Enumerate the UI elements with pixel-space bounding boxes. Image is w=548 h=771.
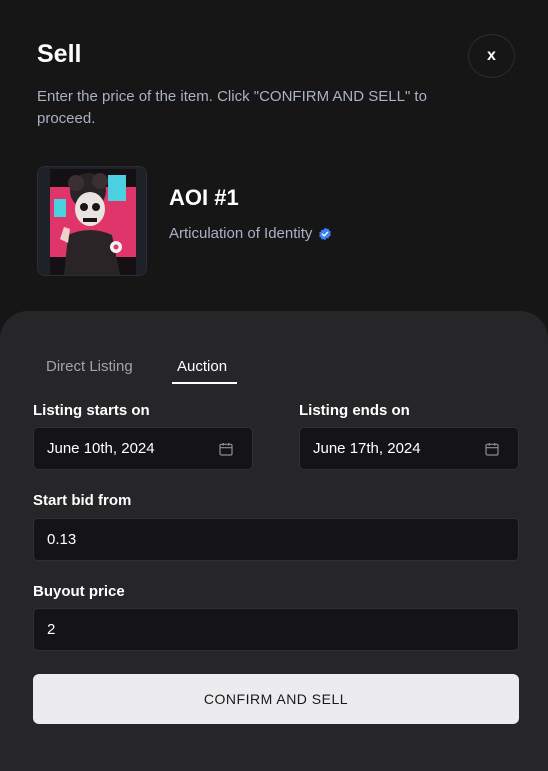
collection-name: Articulation of Identity <box>169 225 313 242</box>
close-button[interactable]: x <box>468 34 515 78</box>
buyout-price-input[interactable]: 2 <box>33 608 519 651</box>
modal-title: Sell <box>37 40 82 68</box>
listing-ends-value: June 17th, 2024 <box>313 440 421 457</box>
buyout-price-value: 2 <box>47 621 56 638</box>
tab-auction[interactable]: Auction <box>177 358 227 375</box>
listing-ends-date-picker[interactable]: June 17th, 2024 <box>299 427 519 470</box>
listing-starts-value: June 10th, 2024 <box>47 440 155 457</box>
listing-starts-label: Listing starts on <box>33 402 150 419</box>
sell-modal: Sell x Enter the price of the item. Clic… <box>0 0 548 771</box>
confirm-and-sell-button[interactable]: CONFIRM AND SELL <box>33 674 519 724</box>
start-bid-value: 0.13 <box>47 531 77 548</box>
start-bid-input[interactable]: 0.13 <box>33 518 519 561</box>
nft-thumbnail <box>37 166 147 276</box>
listing-starts-date-picker[interactable]: June 10th, 2024 <box>33 427 253 470</box>
tab-direct-listing[interactable]: Direct Listing <box>46 358 133 375</box>
verified-badge-icon <box>319 227 332 240</box>
nft-artwork-icon <box>50 169 136 275</box>
calendar-icon <box>219 443 233 456</box>
nft-name: AOI #1 <box>169 185 239 210</box>
active-tab-indicator <box>172 382 237 384</box>
modal-subtitle: Enter the price of the item. Click "CONF… <box>37 88 427 127</box>
buyout-price-label: Buyout price <box>33 583 125 600</box>
collection-link[interactable]: Articulation of Identity <box>169 225 332 242</box>
calendar-icon <box>485 443 499 456</box>
start-bid-label: Start bid from <box>33 492 132 509</box>
listing-ends-label: Listing ends on <box>299 402 410 419</box>
